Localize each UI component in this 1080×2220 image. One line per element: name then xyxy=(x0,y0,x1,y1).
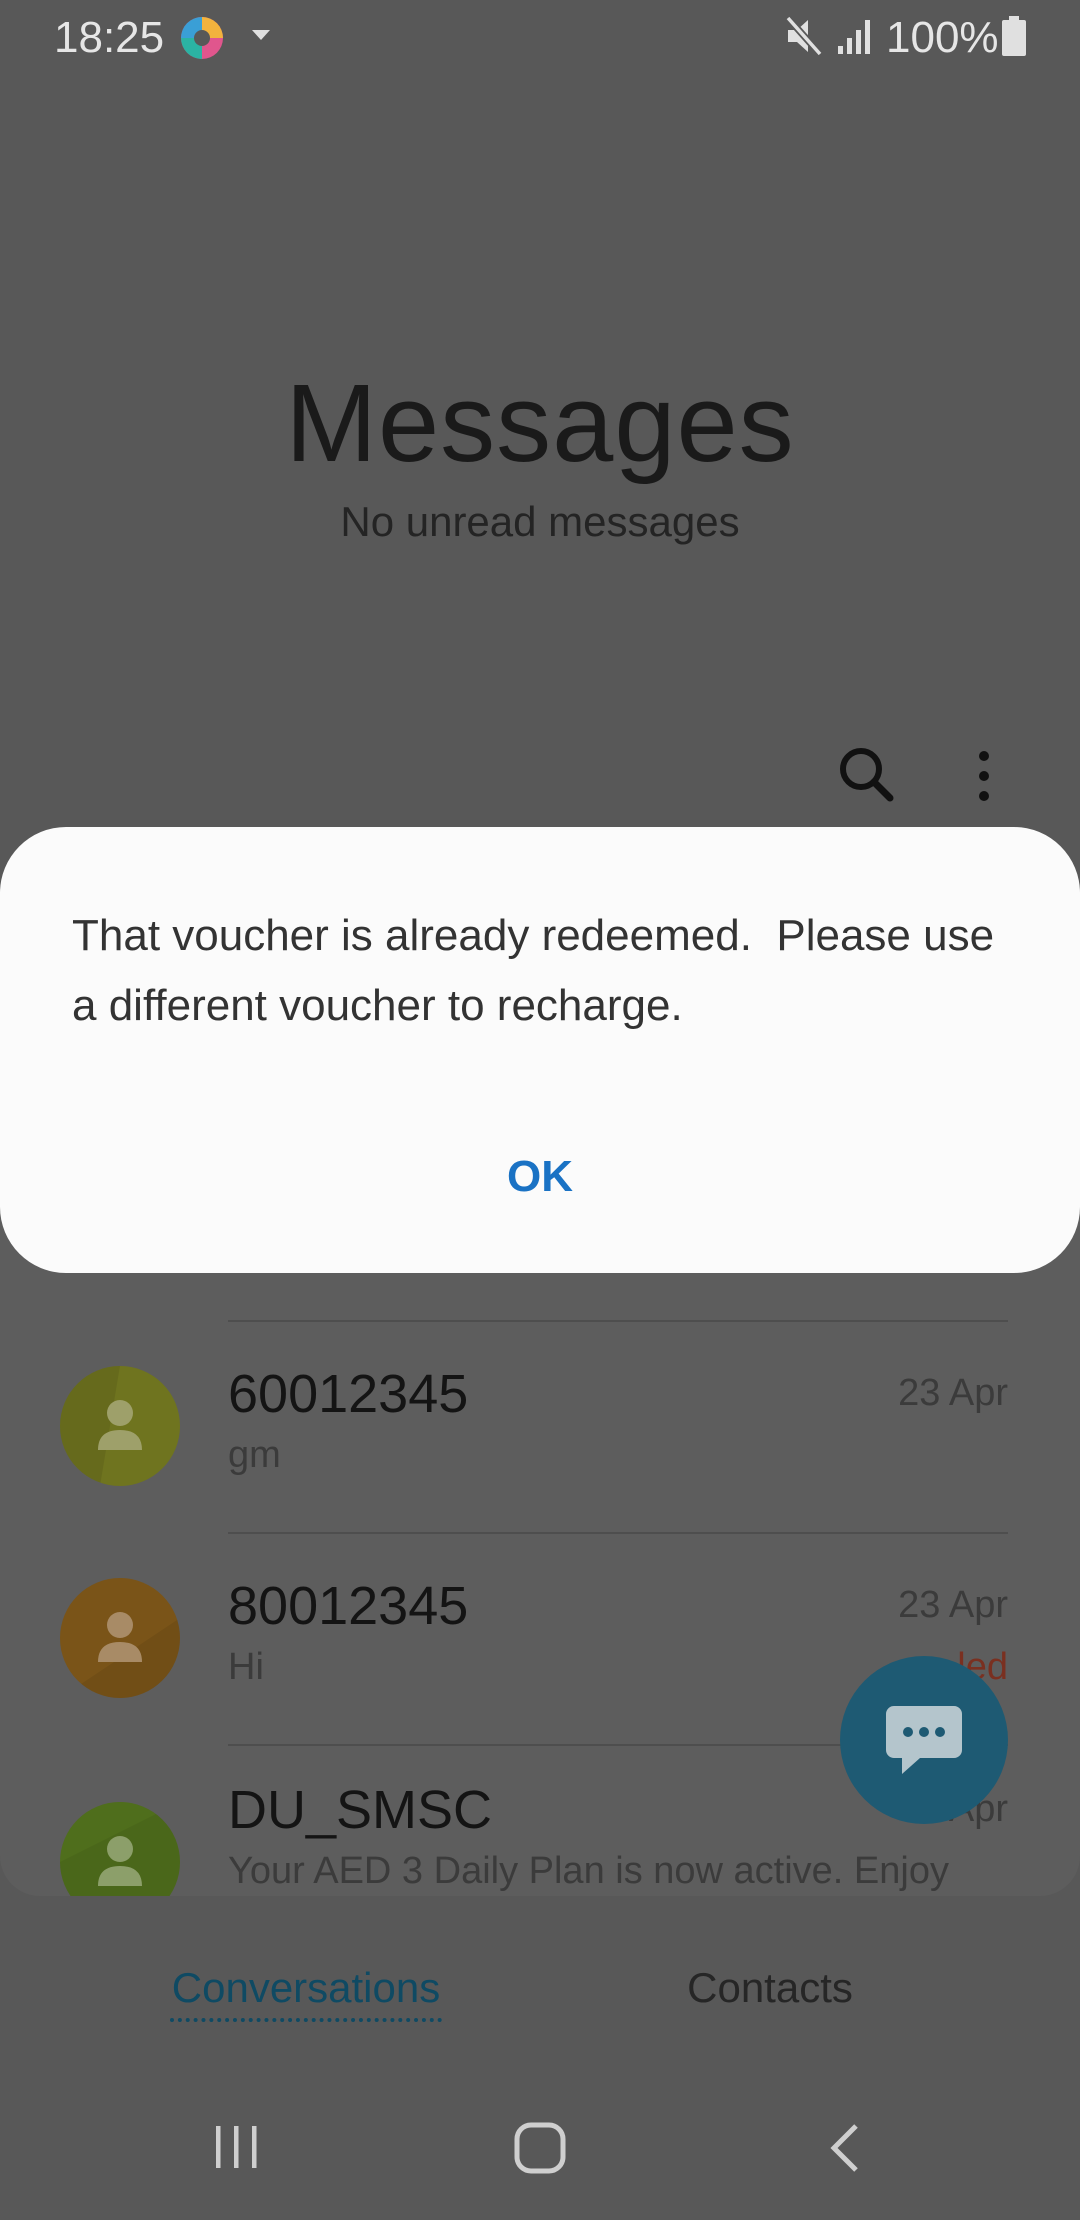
message-preview: Hi xyxy=(228,1646,264,1688)
page-title: Messages xyxy=(285,362,795,485)
search-icon[interactable] xyxy=(836,744,896,804)
message-date: 23 Apr xyxy=(898,1372,1008,1414)
message-preview: Your AED 3 Daily Plan is now active. Enj… xyxy=(228,1850,949,1892)
mute-icon xyxy=(785,15,823,57)
app-notification-icon xyxy=(181,17,223,59)
contact-avatar-icon xyxy=(60,1578,180,1698)
tab-conversations[interactable]: Conversations xyxy=(120,1960,492,2016)
alert-dialog: That voucher is already redeemed. Please… xyxy=(0,827,1080,1273)
contact-avatar-icon xyxy=(60,1802,180,1896)
avatar xyxy=(60,1578,180,1698)
back-icon[interactable] xyxy=(822,2120,866,2176)
unread-status: No unread messages xyxy=(340,498,740,545)
more-options-icon[interactable] xyxy=(970,748,998,804)
avatar xyxy=(60,1366,180,1486)
recent-apps-icon[interactable] xyxy=(212,2122,262,2172)
message-date: 23 Apr xyxy=(898,1584,1008,1626)
compose-button[interactable] xyxy=(840,1656,1008,1824)
avatar xyxy=(60,1802,180,1896)
tab-active-indicator xyxy=(170,2018,442,2022)
signal-icon xyxy=(838,20,870,54)
ok-button[interactable]: OK xyxy=(440,1127,640,1227)
contact-name: 80012345 xyxy=(228,1576,469,1636)
battery-percent: 100% xyxy=(886,13,999,62)
contact-name: 60012345 xyxy=(228,1364,469,1424)
contact-name: DU_SMSC xyxy=(228,1780,493,1840)
home-icon[interactable] xyxy=(512,2120,568,2176)
chat-bubble-icon xyxy=(886,1706,962,1774)
status-time: 18:25 xyxy=(54,13,165,62)
message-preview: gm xyxy=(228,1434,281,1476)
dialog-message: That voucher is already redeemed. Please… xyxy=(72,911,1007,1030)
conversation-row[interactable]: 60012345 23 Apr gm xyxy=(0,1322,1080,1532)
battery-icon xyxy=(1002,16,1026,56)
tab-contacts[interactable]: Contacts xyxy=(600,1960,940,2016)
dropdown-caret-icon xyxy=(252,30,270,40)
contact-avatar-icon xyxy=(60,1366,180,1486)
